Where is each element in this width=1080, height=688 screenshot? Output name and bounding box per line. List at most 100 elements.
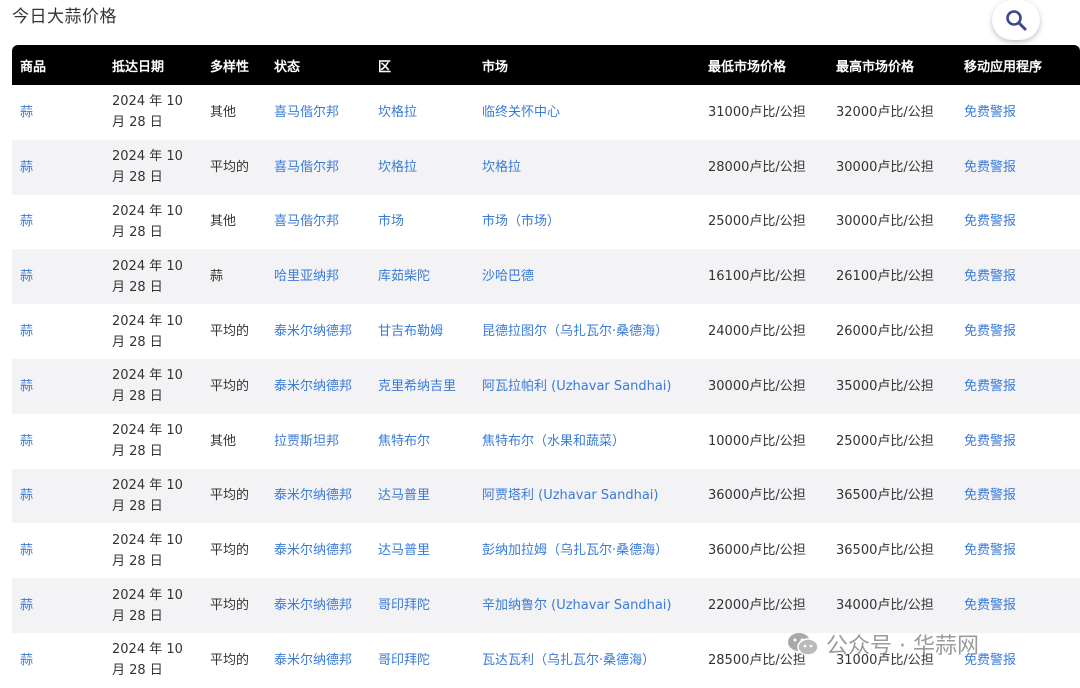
- cell-state[interactable]: 拉贾斯坦邦: [266, 414, 370, 469]
- cell-state[interactable]: 泰米尔纳德邦: [266, 633, 370, 688]
- cell-max-price: 36500卢比/公担: [836, 543, 934, 559]
- cell-district[interactable]: 市场: [370, 195, 474, 250]
- cell-min-price: 36000卢比/公担: [708, 543, 806, 559]
- cell-state[interactable]: 泰米尔纳德邦: [266, 523, 370, 578]
- table-row: 蒜 2024 年 10 月 28 日平均的 喜马偕尔邦 坎格拉 坎格拉 28000卢比/公…: [12, 139, 1080, 195]
- cell-arrival-date: 2024 年 10 月 28 日: [112, 258, 183, 295]
- cell-market[interactable]: 临终关怀中心: [474, 85, 700, 140]
- header-mobile-app: 移动应用程序: [964, 59, 1043, 75]
- cell-commodity[interactable]: 蒜: [12, 633, 104, 688]
- cell-min-price: 25000卢比/公担: [708, 214, 806, 230]
- cell-market[interactable]: 沙哈巴德: [474, 249, 700, 304]
- table-row: 蒜 2024 年 10 月 28 日 平均的 泰米尔纳德邦 克里希纳吉里 阿瓦拉帕利 (U…: [12, 358, 1080, 414]
- cell-market[interactable]: 昆德拉图尔（乌扎瓦尔·桑德海）: [474, 304, 700, 359]
- table-row: 蒜 2024 年 10 月 28 日 平均的 泰米尔纳德邦 达马普里 彭纳加拉姆（乌扎瓦尔…: [12, 523, 1080, 579]
- cell-state[interactable]: 喜马偕尔邦: [266, 140, 370, 195]
- cell-alert-link[interactable]: 免费警报: [956, 359, 1080, 414]
- cell-alert-link[interactable]: 免费警报: [956, 85, 1080, 140]
- cell-max-price: 31000卢比/公担: [836, 652, 934, 668]
- cell-market[interactable]: 阿贾塔利 (Uzhavar Sandhai): [474, 469, 700, 524]
- cell-max-price: 26000卢比/公担: [836, 324, 934, 340]
- cell-market[interactable]: 瓦达瓦利（乌扎瓦尔·桑德海）: [474, 633, 700, 688]
- cell-market[interactable]: 市场（市场）: [474, 195, 700, 250]
- cell-state[interactable]: 喜马偕尔邦: [266, 85, 370, 140]
- cell-commodity[interactable]: 蒜: [12, 578, 104, 633]
- cell-alert-link[interactable]: 免费警报: [956, 195, 1080, 250]
- price-table: 商品 抵达日期 多样性 状态 区 市场 最低市场价格 最高市场价格 移动应用程序…: [12, 45, 1080, 688]
- cell-commodity[interactable]: 蒜: [12, 414, 104, 469]
- cell-arrival-date: 2024 年 10 月 28 日: [112, 532, 183, 569]
- cell-arrival-date: 2024 年 10 月 28 日: [112, 203, 183, 240]
- cell-state[interactable]: 喜马偕尔邦: [266, 195, 370, 250]
- cell-commodity[interactable]: 蒜: [12, 469, 104, 524]
- header-market: 市场: [482, 59, 509, 75]
- cell-alert-link[interactable]: 免费警报: [956, 523, 1080, 578]
- page-title: 今日大蒜价格: [12, 7, 117, 27]
- cell-alert-link[interactable]: 免费警报: [956, 140, 1080, 195]
- cell-state[interactable]: 泰米尔纳德邦: [266, 359, 370, 414]
- cell-market[interactable]: 焦特布尔（水果和蔬菜）: [474, 414, 700, 469]
- cell-commodity[interactable]: 蒜: [12, 359, 104, 414]
- cell-variety: 平均的: [210, 324, 250, 340]
- cell-alert-link[interactable]: 免费警报: [956, 469, 1080, 524]
- header-state: 状态: [274, 59, 301, 75]
- cell-alert-link[interactable]: 免费警报: [956, 578, 1080, 633]
- cell-state[interactable]: 泰米尔纳德邦: [266, 578, 370, 633]
- cell-state[interactable]: 泰米尔纳德邦: [266, 304, 370, 359]
- cell-market[interactable]: 阿瓦拉帕利 (Uzhavar Sandhai): [474, 359, 700, 414]
- cell-district[interactable]: 达马普里: [370, 469, 474, 524]
- cell-variety: 平均的: [210, 378, 250, 394]
- cell-alert-link[interactable]: 免费警报: [956, 249, 1080, 304]
- cell-max-price: 30000卢比/公担: [836, 159, 934, 175]
- cell-min-price: 16100卢比/公担: [708, 269, 806, 285]
- cell-commodity[interactable]: 蒜: [12, 249, 104, 304]
- cell-variety: 蒜: [210, 269, 224, 285]
- cell-arrival-date: 2024 年 10 月 28 日: [112, 587, 183, 624]
- cell-district[interactable]: 库茹柴陀: [370, 249, 474, 304]
- cell-district[interactable]: 哥印拜陀: [370, 578, 474, 633]
- cell-alert-link[interactable]: 免费警报: [956, 633, 1080, 688]
- cell-min-price: 10000卢比/公担: [708, 433, 806, 449]
- table-header-row: 商品 抵达日期 多样性 状态 区 市场 最低市场价格 最高市场价格 移动应用程序: [12, 45, 1080, 85]
- cell-commodity[interactable]: 蒜: [12, 523, 104, 578]
- cell-state[interactable]: 哈里亚纳邦: [266, 249, 370, 304]
- cell-district[interactable]: 克里希纳吉里: [370, 359, 474, 414]
- cell-commodity[interactable]: 蒜: [12, 140, 104, 195]
- cell-district[interactable]: 坎格拉: [370, 140, 474, 195]
- search-icon: [1006, 10, 1027, 31]
- cell-district[interactable]: 甘吉布勒姆: [370, 304, 474, 359]
- cell-commodity[interactable]: 蒜: [12, 195, 104, 250]
- cell-commodity[interactable]: 蒜: [12, 304, 104, 359]
- cell-market[interactable]: 坎格拉: [474, 140, 700, 195]
- cell-market[interactable]: 彭纳加拉姆（乌扎瓦尔·桑德海）: [474, 523, 700, 578]
- table-row: 蒜 2024 年 10 月 28 日 其他 喜马偕尔邦 坎格拉 临终关怀中心 31000卢比…: [12, 85, 1080, 140]
- cell-min-price: 30000卢比/公担: [708, 378, 806, 394]
- header-district: 区: [378, 59, 392, 75]
- cell-alert-link[interactable]: 免费警报: [956, 414, 1080, 469]
- cell-max-price: 32000卢比/公担: [836, 104, 934, 120]
- cell-district[interactable]: 坎格拉: [370, 85, 474, 140]
- table-row: 蒜 2024 年 10 月 28 日 平均的 泰米尔纳德邦 哥印拜陀 瓦达瓦利（乌扎瓦尔·…: [12, 632, 1080, 688]
- search-button[interactable]: [992, 0, 1040, 40]
- cell-variety: 平均的: [210, 159, 250, 175]
- cell-arrival-date: 2024 年 10 月 28 日: [112, 477, 183, 514]
- cell-variety: 平均的: [210, 598, 250, 614]
- cell-alert-link[interactable]: 免费警报: [956, 304, 1080, 359]
- header-arrival-date: 抵达日期: [112, 59, 165, 75]
- cell-state[interactable]: 泰米尔纳德邦: [266, 469, 370, 524]
- cell-min-price: 28000卢比/公担: [708, 159, 806, 175]
- cell-arrival-date: 2024 年 10 月 28 日: [112, 368, 183, 405]
- cell-min-price: 28500卢比/公担: [708, 652, 806, 668]
- cell-variety: 平均的: [210, 488, 250, 504]
- cell-arrival-date: 2024 年 10 月 28 日: [112, 642, 183, 679]
- cell-commodity[interactable]: 蒜: [12, 85, 104, 140]
- cell-arrival-date: 2024 年 10 月 28 日: [112, 149, 183, 186]
- cell-district[interactable]: 哥印拜陀: [370, 633, 474, 688]
- table-row: 蒜 2024 年 10 月 28 日 平均的 泰米尔纳德邦 哥印拜陀 辛加纳鲁尔 (Uzh…: [12, 578, 1080, 633]
- cell-variety: 其他: [210, 433, 237, 449]
- cell-district[interactable]: 达马普里: [370, 523, 474, 578]
- cell-max-price: 34000卢比/公担: [836, 598, 934, 614]
- cell-variety: 其他: [210, 214, 237, 230]
- cell-district[interactable]: 焦特布尔: [370, 414, 474, 469]
- cell-market[interactable]: 辛加纳鲁尔 (Uzhavar Sandhai): [474, 578, 700, 633]
